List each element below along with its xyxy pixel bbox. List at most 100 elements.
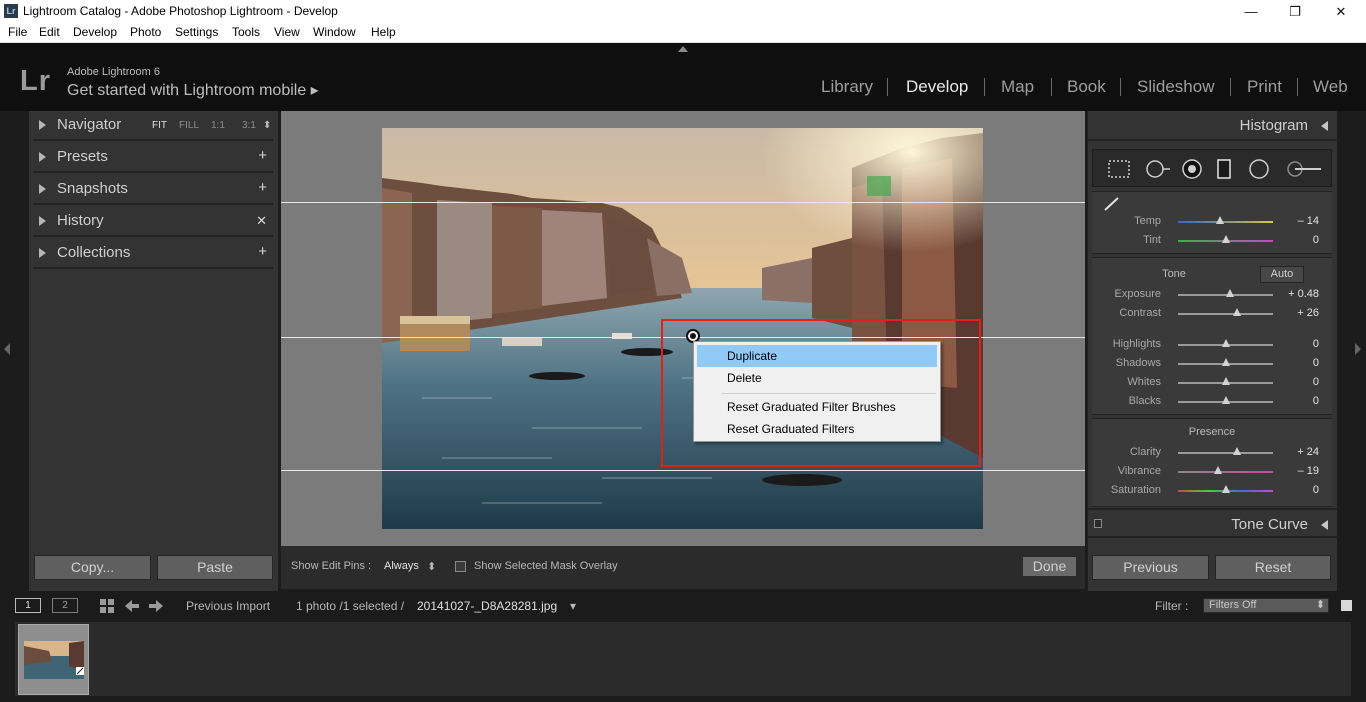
menu-item-reset-filter-brushes[interactable]: Reset Graduated Filter Brushes <box>697 396 937 418</box>
add-collection-icon[interactable]: + <box>258 243 267 260</box>
menu-edit[interactable]: Edit <box>39 25 60 39</box>
slider-value[interactable]: + 0.48 <box>1288 288 1319 300</box>
radial-filter-icon[interactable] <box>1248 159 1270 179</box>
collapse-right-panel-icon[interactable] <box>1355 343 1361 355</box>
zoom-1-1[interactable]: 1:1 <box>211 120 225 131</box>
slider-value[interactable]: 0 <box>1313 357 1319 369</box>
clear-history-icon[interactable]: ✕ <box>256 213 267 229</box>
reset-button[interactable]: Reset <box>1215 555 1331 580</box>
slider-temp[interactable]: Temp – 14 <box>1092 213 1332 232</box>
slider-knob[interactable] <box>1221 339 1230 347</box>
collapse-top-panel-icon[interactable] <box>678 46 688 52</box>
module-develop[interactable]: Develop <box>906 77 968 97</box>
menu-item-reset-filters[interactable]: Reset Graduated Filters <box>697 418 937 440</box>
show-edit-pins-arrows-icon[interactable]: ⬍ <box>427 560 436 573</box>
close-button[interactable]: ✕ <box>1318 0 1364 23</box>
slider-contrast[interactable]: Contrast + 26 <box>1092 305 1332 324</box>
mask-overlay-checkbox[interactable] <box>455 561 466 572</box>
source-label[interactable]: Previous Import <box>186 599 270 613</box>
slider-value[interactable]: 0 <box>1313 484 1319 496</box>
slider-blacks[interactable]: Blacks 0 <box>1092 393 1332 412</box>
white-balance-eyedropper-icon[interactable] <box>1102 195 1122 213</box>
crop-overlay-icon[interactable] <box>1107 159 1131 179</box>
module-print[interactable]: Print <box>1247 77 1282 97</box>
zoom-fill[interactable]: FILL <box>179 120 199 131</box>
primary-monitor-button[interactable]: 1 <box>15 598 41 613</box>
menu-item-duplicate[interactable]: Duplicate <box>697 345 937 367</box>
menu-window[interactable]: Window <box>313 25 356 39</box>
slider-knob[interactable] <box>1221 358 1230 366</box>
slider-shadows[interactable]: Shadows 0 <box>1092 355 1332 374</box>
zoom-menu-icon[interactable]: ⬍ <box>263 120 271 131</box>
slider-track[interactable] <box>1178 313 1273 315</box>
filename[interactable]: 20141027-_D8A28281.jpg <box>417 599 557 613</box>
panel-toggle-switch[interactable] <box>1094 519 1102 528</box>
slider-value[interactable]: 0 <box>1313 338 1319 350</box>
menu-view[interactable]: View <box>274 25 300 39</box>
previous-settings-button[interactable]: Previous <box>1092 555 1209 580</box>
auto-tone-button[interactable]: Auto <box>1260 266 1304 283</box>
module-map[interactable]: Map <box>1001 77 1034 97</box>
forward-arrow-icon[interactable] <box>148 599 164 613</box>
collapse-left-panel-icon[interactable] <box>4 343 10 355</box>
graduated-filter-line-bottom[interactable] <box>281 470 1085 471</box>
graduated-filter-line-top[interactable] <box>281 202 1085 203</box>
menu-settings[interactable]: Settings <box>175 25 218 39</box>
add-snapshot-icon[interactable]: + <box>258 179 267 196</box>
filmstrip-lock-icon[interactable] <box>1341 600 1352 611</box>
zoom-fit[interactable]: FIT <box>152 120 167 131</box>
slider-value[interactable]: 0 <box>1313 395 1319 407</box>
paste-settings-button[interactable]: Paste <box>157 555 273 580</box>
spot-removal-icon[interactable] <box>1143 159 1171 179</box>
filmstrip-thumbnail[interactable] <box>18 624 89 695</box>
presets-panel-header[interactable]: Presets + <box>33 143 273 173</box>
slider-value[interactable]: 0 <box>1313 376 1319 388</box>
maximize-button[interactable]: ❐ <box>1272 0 1318 23</box>
navigator-panel-header[interactable]: Navigator FIT FILL 1:1 3:1 ⬍ <box>33 111 273 141</box>
menu-develop[interactable]: Develop <box>73 25 117 39</box>
menu-item-delete[interactable]: Delete <box>697 367 937 389</box>
slider-vibrance[interactable]: Vibrance – 19 <box>1092 463 1332 482</box>
thumbnail-image[interactable] <box>24 641 84 679</box>
zoom-3-1[interactable]: 3:1 <box>242 120 256 131</box>
copy-settings-button[interactable]: Copy... <box>34 555 151 580</box>
filter-select[interactable]: Filters Off ⬍ <box>1203 598 1329 613</box>
slider-value[interactable]: – 19 <box>1298 465 1319 477</box>
image-canvas[interactable]: Duplicate Delete Reset Graduated Filter … <box>281 111 1085 546</box>
slider-exposure[interactable]: Exposure + 0.48 <box>1092 286 1332 305</box>
slider-knob[interactable] <box>1221 396 1230 404</box>
history-panel-header[interactable]: History ✕ <box>33 207 273 237</box>
slider-value[interactable]: + 26 <box>1297 307 1319 319</box>
menu-photo[interactable]: Photo <box>130 25 161 39</box>
red-eye-icon[interactable] <box>1181 159 1203 179</box>
graduated-filter-icon[interactable] <box>1216 159 1232 179</box>
module-library[interactable]: Library <box>821 77 873 97</box>
secondary-monitor-button[interactable]: 2 <box>52 598 78 613</box>
menu-file[interactable]: File <box>8 25 27 39</box>
slider-saturation[interactable]: Saturation 0 <box>1092 482 1332 501</box>
minimize-button[interactable]: — <box>1228 0 1274 23</box>
slider-knob[interactable] <box>1215 216 1224 224</box>
filename-dropdown-icon[interactable]: ▾ <box>570 599 576 613</box>
slider-value[interactable]: 0 <box>1313 234 1319 246</box>
tone-curve-panel-header[interactable]: Tone Curve <box>1088 508 1338 538</box>
grid-view-icon[interactable] <box>99 598 115 614</box>
done-button[interactable]: Done <box>1022 556 1077 577</box>
slider-knob[interactable] <box>1213 466 1222 474</box>
menu-help[interactable]: Help <box>371 25 396 39</box>
lightroom-mobile-link[interactable]: Get started with Lightroom mobile ▸ <box>67 80 319 100</box>
slider-value[interactable]: + 24 <box>1297 446 1319 458</box>
histogram-panel-header[interactable]: Histogram <box>1088 111 1338 141</box>
slider-tint[interactable]: Tint 0 <box>1092 232 1332 251</box>
slider-track[interactable] <box>1178 471 1273 473</box>
snapshots-panel-header[interactable]: Snapshots + <box>33 175 273 205</box>
slider-value[interactable]: – 14 <box>1298 215 1319 227</box>
module-book[interactable]: Book <box>1067 77 1106 97</box>
slider-knob[interactable] <box>1232 308 1241 316</box>
show-edit-pins-select[interactable]: Always <box>384 560 419 572</box>
add-preset-icon[interactable]: + <box>258 147 267 164</box>
menu-tools[interactable]: Tools <box>232 25 260 39</box>
module-web[interactable]: Web <box>1313 77 1348 97</box>
slider-clarity[interactable]: Clarity + 24 <box>1092 444 1332 463</box>
slider-knob[interactable] <box>1221 485 1230 493</box>
